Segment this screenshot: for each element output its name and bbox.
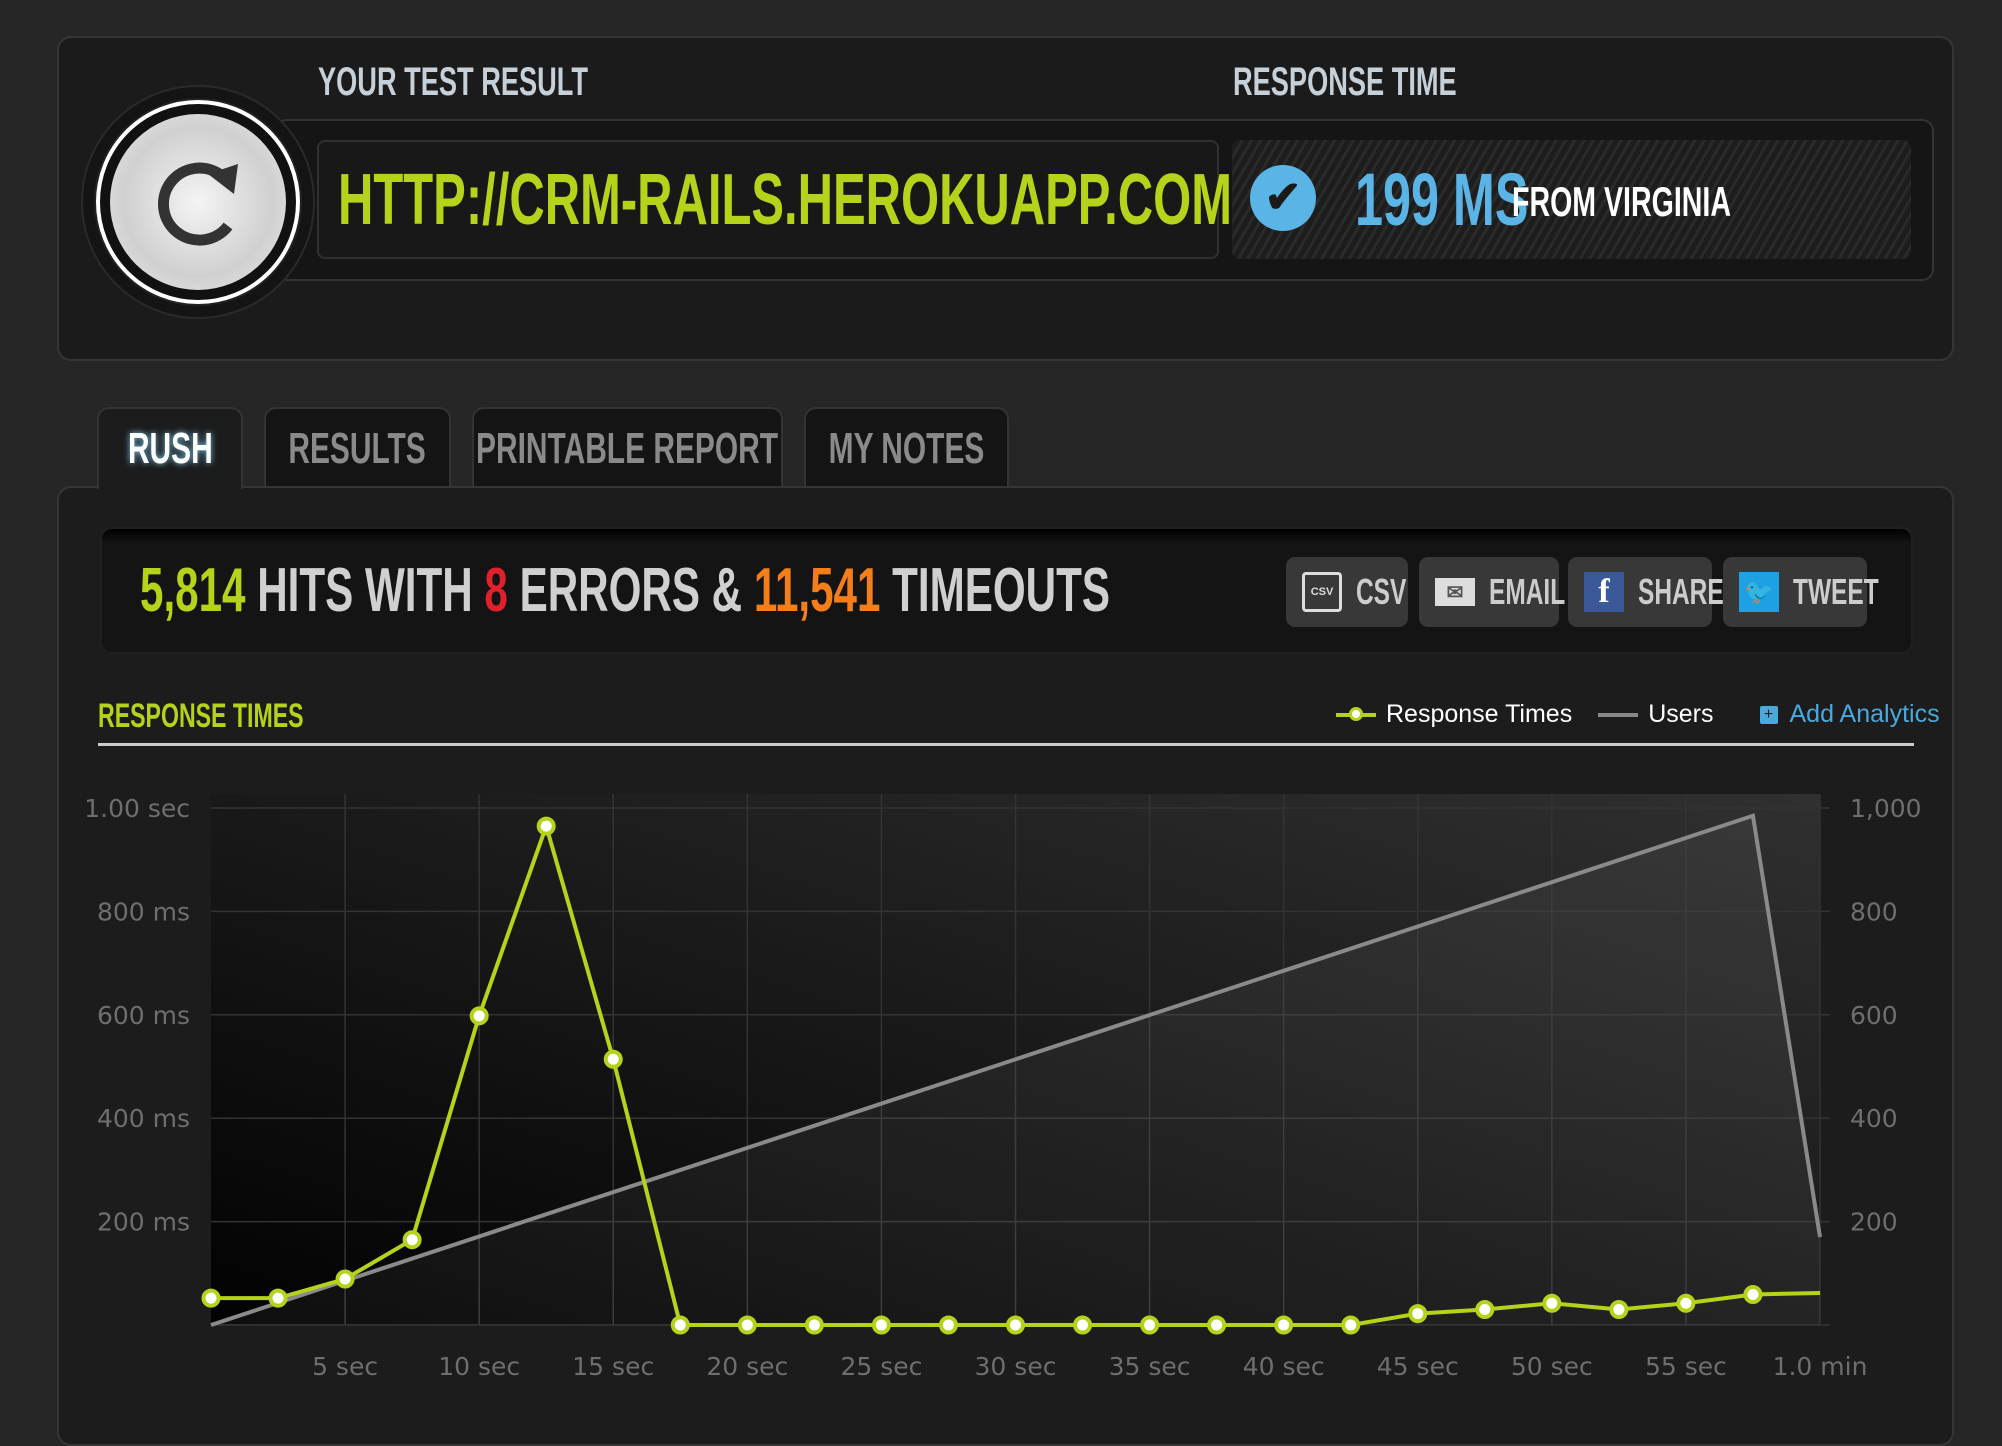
x-tick-label: 1.0 min	[1773, 1352, 1868, 1381]
response-time-point	[1140, 1315, 1160, 1335]
response-location: FROM VIRGINIA	[1512, 178, 1731, 225]
response-time-point	[201, 1288, 221, 1308]
response-time-point	[1542, 1293, 1562, 1313]
response-time-label: RESPONSE TIME	[1233, 60, 1457, 104]
response-time-point	[871, 1315, 891, 1335]
x-tick-label: 50 sec	[1511, 1352, 1593, 1381]
check-circle-icon: ✔	[1250, 165, 1316, 231]
timeouts-text: TIMEOUTS	[892, 556, 1110, 625]
response-time-point	[737, 1315, 757, 1335]
response-time-point	[1609, 1299, 1629, 1319]
legend-users[interactable]: Users	[1648, 700, 1713, 729]
add-analytics-link[interactable]: Add Analytics	[1790, 700, 1940, 729]
x-tick-label: 30 sec	[975, 1352, 1057, 1381]
tab-my-notes[interactable]: MY NOTES	[804, 407, 1009, 489]
y-left-tick-label: 1.00 sec	[84, 794, 190, 823]
response-time-point	[1408, 1304, 1428, 1324]
response-time-point	[1743, 1284, 1763, 1304]
refresh-icon	[158, 162, 238, 246]
legend-response-times[interactable]: Response Times	[1386, 700, 1572, 729]
hits-text: HITS WITH	[257, 556, 473, 625]
y-right-tick-label: 600	[1850, 1001, 1898, 1030]
response-time-point	[603, 1049, 623, 1069]
response-time-point	[670, 1315, 690, 1335]
tested-url[interactable]: HTTP://CRM-RAILS.HEROKUAPP.COM/	[338, 158, 1246, 242]
tab-label: RUSH	[127, 424, 213, 473]
x-tick-label: 10 sec	[438, 1352, 520, 1381]
tab-printable-report[interactable]: PRINTABLE REPORT	[472, 407, 783, 489]
errors-count: 8	[484, 556, 508, 625]
y-left-tick-label: 800 ms	[97, 897, 190, 926]
test-result-label: YOUR TEST RESULT	[318, 60, 589, 104]
x-tick-label: 25 sec	[840, 1352, 922, 1381]
response-times-chart: 5 sec 10 sec 15 sec 20 sec 25 sec 30 sec 35 se…	[84, 794, 1922, 1381]
response-time-point	[402, 1230, 422, 1250]
response-time-point	[938, 1315, 958, 1335]
response-time-point	[1073, 1315, 1093, 1335]
response-time-point	[268, 1288, 288, 1308]
csv-button[interactable]: CSV CSV	[1286, 557, 1408, 627]
x-tick-label: 40 sec	[1243, 1352, 1325, 1381]
twitter-icon: 🐦	[1739, 572, 1779, 612]
y-right-tick-label: 200	[1850, 1208, 1898, 1237]
csv-file-icon: CSV	[1302, 572, 1342, 612]
x-tick-label: 15 sec	[572, 1352, 654, 1381]
chart-legend: Response Times Users + Add Analytics	[1336, 700, 1940, 729]
x-tick-label: 45 sec	[1377, 1352, 1459, 1381]
response-time-point	[469, 1006, 489, 1026]
y-right-tick-label: 400	[1850, 1104, 1898, 1133]
tab-results[interactable]: RESULTS	[264, 407, 451, 489]
response-times-legend-icon	[1336, 706, 1376, 721]
response-time-point	[1475, 1299, 1495, 1319]
response-time-point	[335, 1269, 355, 1289]
x-tick-label: 20 sec	[706, 1352, 788, 1381]
y-right-tick-label: 1,000	[1850, 794, 1922, 823]
stats-summary: 5,814 HITS WITH 8 ERRORS & 11,541 TIMEOU…	[140, 558, 1110, 624]
csv-label: CSV	[1356, 571, 1407, 612]
response-time-point	[1207, 1315, 1227, 1335]
response-time-point	[1006, 1315, 1025, 1335]
envelope-icon: ✉	[1435, 578, 1475, 606]
tab-rush[interactable]: RUSH	[97, 407, 243, 489]
y-right-tick-label: 800	[1850, 897, 1898, 926]
response-time-point	[536, 816, 556, 836]
tab-label: MY NOTES	[828, 424, 985, 473]
y-left-tick-label: 400 ms	[97, 1104, 190, 1133]
hits-count: 5,814	[140, 556, 246, 625]
response-times-heading: RESPONSE TIMES	[98, 697, 304, 735]
response-time-point	[804, 1315, 824, 1335]
response-time-point	[1274, 1315, 1294, 1335]
response-time-point	[1341, 1315, 1361, 1335]
email-button[interactable]: ✉ EMAIL	[1419, 557, 1566, 627]
response-time-point	[1676, 1293, 1696, 1313]
users-legend-icon	[1598, 712, 1639, 717]
plus-square-icon[interactable]: +	[1759, 705, 1778, 724]
tweet-label: TWEET	[1793, 571, 1879, 612]
x-tick-label: 55 sec	[1645, 1352, 1727, 1381]
facebook-icon: f	[1584, 572, 1624, 612]
section-divider	[98, 743, 1914, 746]
y-left-tick-label: 200 ms	[97, 1208, 190, 1237]
y-left-tick-label: 600 ms	[97, 1001, 190, 1030]
x-tick-label: 5 sec	[312, 1352, 378, 1381]
email-label: EMAIL	[1489, 571, 1566, 612]
facebook-share-button[interactable]: f SHARE	[1568, 557, 1724, 627]
tweet-button[interactable]: 🐦 TWEET	[1723, 557, 1879, 627]
share-label: SHARE	[1638, 571, 1724, 612]
tab-label: PRINTABLE REPORT	[476, 424, 779, 473]
tab-label: RESULTS	[288, 424, 427, 473]
errors-text: ERRORS &	[519, 556, 743, 625]
rerun-button-face[interactable]	[110, 114, 286, 290]
x-tick-label: 35 sec	[1109, 1352, 1191, 1381]
timeouts-count: 11,541	[753, 556, 881, 625]
response-time-value: 199 MS	[1355, 158, 1529, 241]
